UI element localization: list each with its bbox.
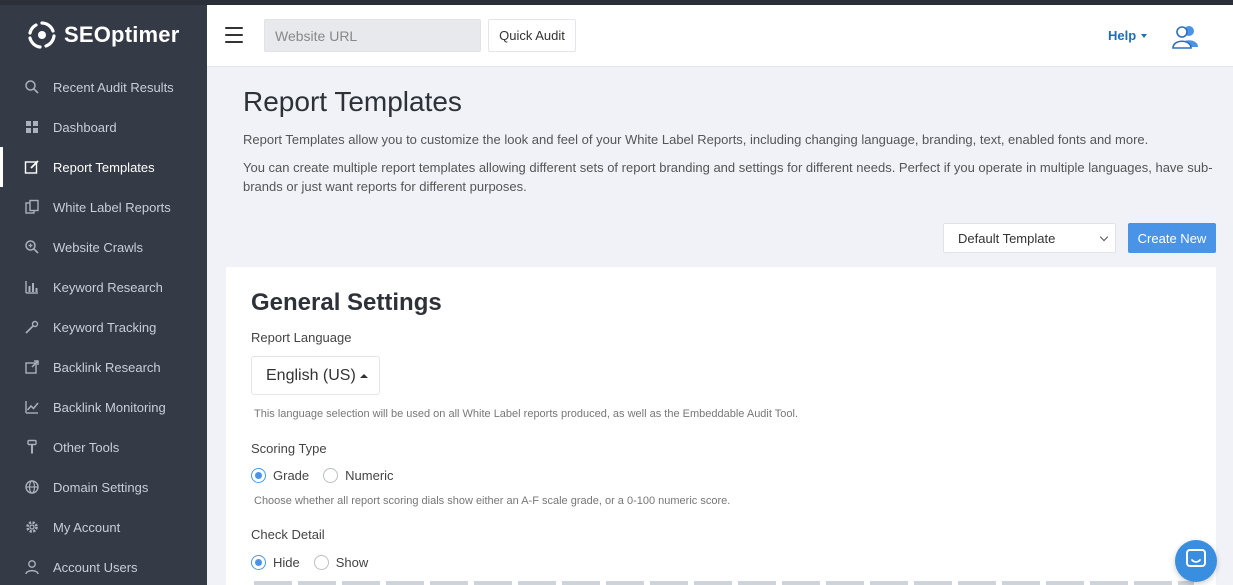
sidebar-item-website-crawls[interactable]: Website Crawls xyxy=(0,227,207,267)
sidebar-item-label: Account Users xyxy=(53,559,138,575)
create-new-button[interactable]: Create New xyxy=(1128,223,1216,253)
sidebar-item-label: Report Templates xyxy=(53,159,155,175)
sidebar-item-label: Domain Settings xyxy=(53,479,149,495)
sidebar-item-label: Keyword Research xyxy=(53,279,163,295)
sidebar-item-label: Backlink Monitoring xyxy=(53,399,166,415)
line-chart-icon xyxy=(24,399,40,415)
sidebar-item-other-tools[interactable]: Other Tools xyxy=(0,427,207,467)
scoring-grade-radio[interactable] xyxy=(251,468,266,483)
sidebar-item-label: Website Crawls xyxy=(53,239,144,255)
help-dropdown[interactable]: Help xyxy=(1108,28,1148,43)
check-detail-hide-radio[interactable] xyxy=(251,555,266,570)
tool-icon xyxy=(24,439,40,455)
sidebar-nav: Recent Audit Results Dashboard Report Te… xyxy=(0,67,207,585)
page-description-secondary: You can create multiple report templates… xyxy=(243,160,1213,194)
bar-chart-icon xyxy=(24,279,40,295)
sidebar-item-label: My Account xyxy=(53,519,121,535)
chat-widget-button[interactable] xyxy=(1175,540,1217,582)
radio-label: Show xyxy=(335,555,369,570)
caret-down-icon xyxy=(1141,33,1148,38)
scoring-numeric-radio[interactable] xyxy=(323,468,339,483)
sidebar-item-label: Keyword Tracking xyxy=(53,319,157,335)
zoom-icon xyxy=(24,239,40,255)
edit-icon xyxy=(24,159,40,175)
report-language-label: Report Language xyxy=(251,330,352,345)
sidebar-item-keyword-research[interactable]: Keyword Research xyxy=(0,267,207,307)
radio-label: Grade xyxy=(273,468,310,483)
copy-icon xyxy=(24,199,40,215)
logo[interactable]: SEOptimer xyxy=(0,5,207,65)
scoring-help-text: Choose whether all report scoring dials … xyxy=(254,495,731,507)
external-link-icon xyxy=(24,359,40,375)
scoring-type-label: Scoring Type xyxy=(251,441,327,456)
language-help-text: This language selection will be used on … xyxy=(254,408,799,420)
template-select-value: Default Template xyxy=(958,230,1056,246)
check-detail-show-radio[interactable] xyxy=(313,555,329,570)
page-description: Report Templates allow you to customize … xyxy=(243,132,1149,147)
report-language-dropdown[interactable]: English (US) xyxy=(251,356,380,395)
sidebar-item-label: Other Tools xyxy=(53,439,120,455)
sidebar-item-label: Dashboard xyxy=(53,119,117,135)
brand-name: SEOptimer xyxy=(64,22,180,47)
help-label: Help xyxy=(1108,28,1137,43)
sidebar-item-backlink-research[interactable]: Backlink Research xyxy=(0,347,207,387)
sidebar-item-recent-audit-results[interactable]: Recent Audit Results xyxy=(0,67,207,107)
website-url-input[interactable] xyxy=(264,19,481,52)
sidebar-item-domain-settings[interactable]: Domain Settings xyxy=(0,467,207,507)
caret-up-icon xyxy=(359,373,368,378)
seoptimer-logo-icon xyxy=(26,19,58,51)
section-title: General Settings xyxy=(251,289,442,316)
globe-icon xyxy=(24,479,40,495)
clipped-help-text xyxy=(254,581,1194,585)
radio-label: Hide xyxy=(273,555,300,570)
general-settings-card: General Settings Report Language English… xyxy=(226,267,1216,585)
check-detail-label: Check Detail xyxy=(251,527,325,542)
top-header: Quick Audit Help xyxy=(207,5,1233,67)
chat-icon xyxy=(1185,548,1207,575)
dashboard-icon xyxy=(24,119,40,135)
user-icon xyxy=(24,559,40,575)
chevron-down-icon xyxy=(1099,232,1109,242)
sidebar-item-my-account[interactable]: My Account xyxy=(0,507,207,547)
gear-icon xyxy=(24,519,40,535)
tracking-icon xyxy=(24,319,40,335)
sidebar-item-keyword-tracking[interactable]: Keyword Tracking xyxy=(0,307,207,347)
sidebar-item-report-templates[interactable]: Report Templates xyxy=(0,147,207,187)
quick-audit-button[interactable]: Quick Audit xyxy=(488,19,576,52)
sidebar-item-label: Backlink Research xyxy=(53,359,161,375)
search-icon xyxy=(24,79,40,95)
sidebar-item-label: White Label Reports xyxy=(53,199,171,215)
scoring-type-options: Grade Numeric xyxy=(251,468,408,483)
template-select[interactable]: Default Template xyxy=(943,223,1116,253)
menu-toggle-icon[interactable] xyxy=(225,27,243,43)
sidebar-item-account-users[interactable]: Account Users xyxy=(0,547,207,585)
sidebar: SEOptimer Recent Audit Results Dashboard… xyxy=(0,5,207,585)
report-language-value: English (US) xyxy=(266,366,356,384)
sidebar-item-label: Recent Audit Results xyxy=(53,79,174,95)
sidebar-item-white-label-reports[interactable]: White Label Reports xyxy=(0,187,207,227)
page-title: Report Templates xyxy=(243,86,462,117)
check-detail-options: Hide Show xyxy=(251,555,382,570)
radio-label: Numeric xyxy=(345,468,394,483)
users-icon[interactable] xyxy=(1172,23,1200,49)
sidebar-item-dashboard[interactable]: Dashboard xyxy=(0,107,207,147)
sidebar-item-backlink-monitoring[interactable]: Backlink Monitoring xyxy=(0,387,207,427)
